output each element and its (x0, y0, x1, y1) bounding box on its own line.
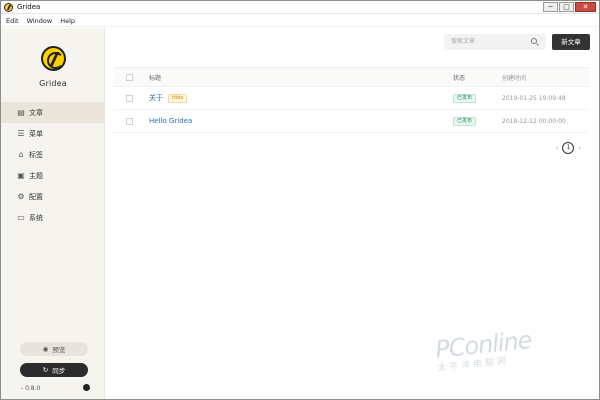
menu-edit[interactable]: Edit (6, 15, 19, 26)
sidebar-item-system[interactable]: ▭ 系统 (1, 207, 105, 228)
sidebar-item-label: 文章 (29, 108, 43, 117)
tag-icon: ⌂ (18, 149, 24, 159)
row-check-cell (114, 94, 144, 102)
row-checkbox[interactable] (125, 117, 133, 125)
app-window: Gridea ─ □ ✕ Edit Window Help Gridea ▤ 文… (0, 0, 600, 400)
refresh-icon: ↻ (42, 366, 49, 374)
menu-window[interactable]: Window (27, 15, 53, 26)
sync-label: 同步 (52, 367, 66, 375)
window-title: Gridea (17, 3, 41, 11)
sidebar-nav: ▤ 文章 ☰ 菜单 ⌂ 标签 ▣ 主题 ⚙ 配置 ▭ 系统 (1, 102, 105, 228)
close-button[interactable]: ✕ (575, 2, 596, 12)
sidebar-item-theme[interactable]: ▣ 主题 (1, 165, 105, 186)
table-row[interactable]: 关于 Hide 已发布 2019-01-25 19:09:48 (114, 87, 589, 110)
version-label: - 0.8.0 (21, 385, 41, 392)
post-status-cell: 已发布 (448, 116, 497, 126)
search-icon[interactable] (531, 38, 537, 44)
published-badge: 已发布 (453, 117, 477, 126)
pagination: ‹ 1 › (556, 142, 581, 154)
title-bar: Gridea ─ □ ✕ (1, 1, 599, 14)
sidebar-item-label: 标签 (29, 150, 43, 159)
post-title-cell: 关于 Hide (144, 93, 448, 103)
sidebar-item-articles[interactable]: ▤ 文章 (1, 102, 105, 123)
published-badge: 已发布 (453, 94, 477, 103)
sync-button[interactable]: ↻ 同步 (20, 363, 88, 377)
status-header: 状态 (453, 74, 466, 82)
sidebar-item-label: 配置 (29, 192, 43, 201)
hidden-badge: Hide (168, 93, 188, 103)
top-toolbar: 搜索文章 新文章 (106, 28, 599, 60)
image-icon: ▣ (17, 170, 25, 180)
menu-help[interactable]: Help (60, 15, 75, 26)
main-panel: 搜索文章 新文章 标题 状态 创建时间 关于 Hide 已发布 2019-01-… (106, 28, 599, 399)
sidebar-item-label: 系统 (29, 213, 43, 222)
table-header: 标题 状态 创建时间 (114, 67, 589, 87)
post-title-link[interactable]: 关于 (149, 93, 163, 103)
minimize-button[interactable]: ─ (543, 2, 558, 12)
current-page-button[interactable]: 1 (562, 142, 575, 154)
monitor-icon: ▭ (17, 212, 25, 222)
created-header: 创建时间 (502, 74, 527, 82)
maximize-button[interactable]: □ (559, 2, 574, 12)
brand-name: Gridea (39, 79, 67, 88)
posts-table: 标题 状态 创建时间 关于 Hide 已发布 2019-01-25 19:09:… (114, 67, 589, 133)
menu-icon: ☰ (17, 128, 25, 138)
github-icon[interactable] (83, 384, 90, 391)
sidebar-item-menu[interactable]: ☰ 菜单 (1, 123, 105, 144)
sidebar-item-settings[interactable]: ⚙ 配置 (1, 186, 105, 207)
previous-page-icon[interactable]: ‹ (556, 145, 558, 152)
next-page-icon[interactable]: › (578, 145, 580, 152)
gridea-app-icon (4, 3, 13, 12)
table-row[interactable]: Hello Gridea 已发布 2018-12-12 00:00:00 (114, 110, 589, 133)
post-status-cell: 已发布 (448, 93, 497, 103)
sidebar-item-label: 主题 (29, 171, 43, 180)
row-checkbox[interactable] (125, 94, 133, 102)
title-header: 标题 (149, 74, 162, 82)
post-title-cell: Hello Gridea (144, 117, 448, 125)
row-check-cell (114, 117, 144, 125)
menu-bar: Edit Window Help (1, 15, 599, 27)
post-title-link[interactable]: Hello Gridea (149, 117, 192, 125)
gear-icon: ⚙ (17, 191, 25, 201)
post-date: 2019-01-25 19:09:48 (502, 94, 566, 102)
document-icon: ▤ (17, 107, 25, 117)
preview-label: 预览 (52, 346, 66, 354)
eye-icon: ◉ (42, 345, 49, 353)
post-date: 2018-12-12 00:00:00 (502, 117, 566, 125)
new-post-button[interactable]: 新文章 (552, 34, 590, 50)
preview-button[interactable]: ◉ 预览 (20, 342, 88, 356)
window-controls: ─ □ ✕ (543, 2, 596, 12)
sidebar-item-tags[interactable]: ⌂ 标签 (1, 144, 105, 165)
select-all-checkbox[interactable] (125, 73, 133, 81)
sidebar-item-label: 菜单 (29, 129, 43, 138)
gridea-logo-icon (41, 46, 66, 71)
select-all-cell (114, 73, 144, 81)
sidebar: Gridea ▤ 文章 ☰ 菜单 ⌂ 标签 ▣ 主题 ⚙ 配置 ▭ 系统 ◉ 预… (1, 28, 105, 399)
